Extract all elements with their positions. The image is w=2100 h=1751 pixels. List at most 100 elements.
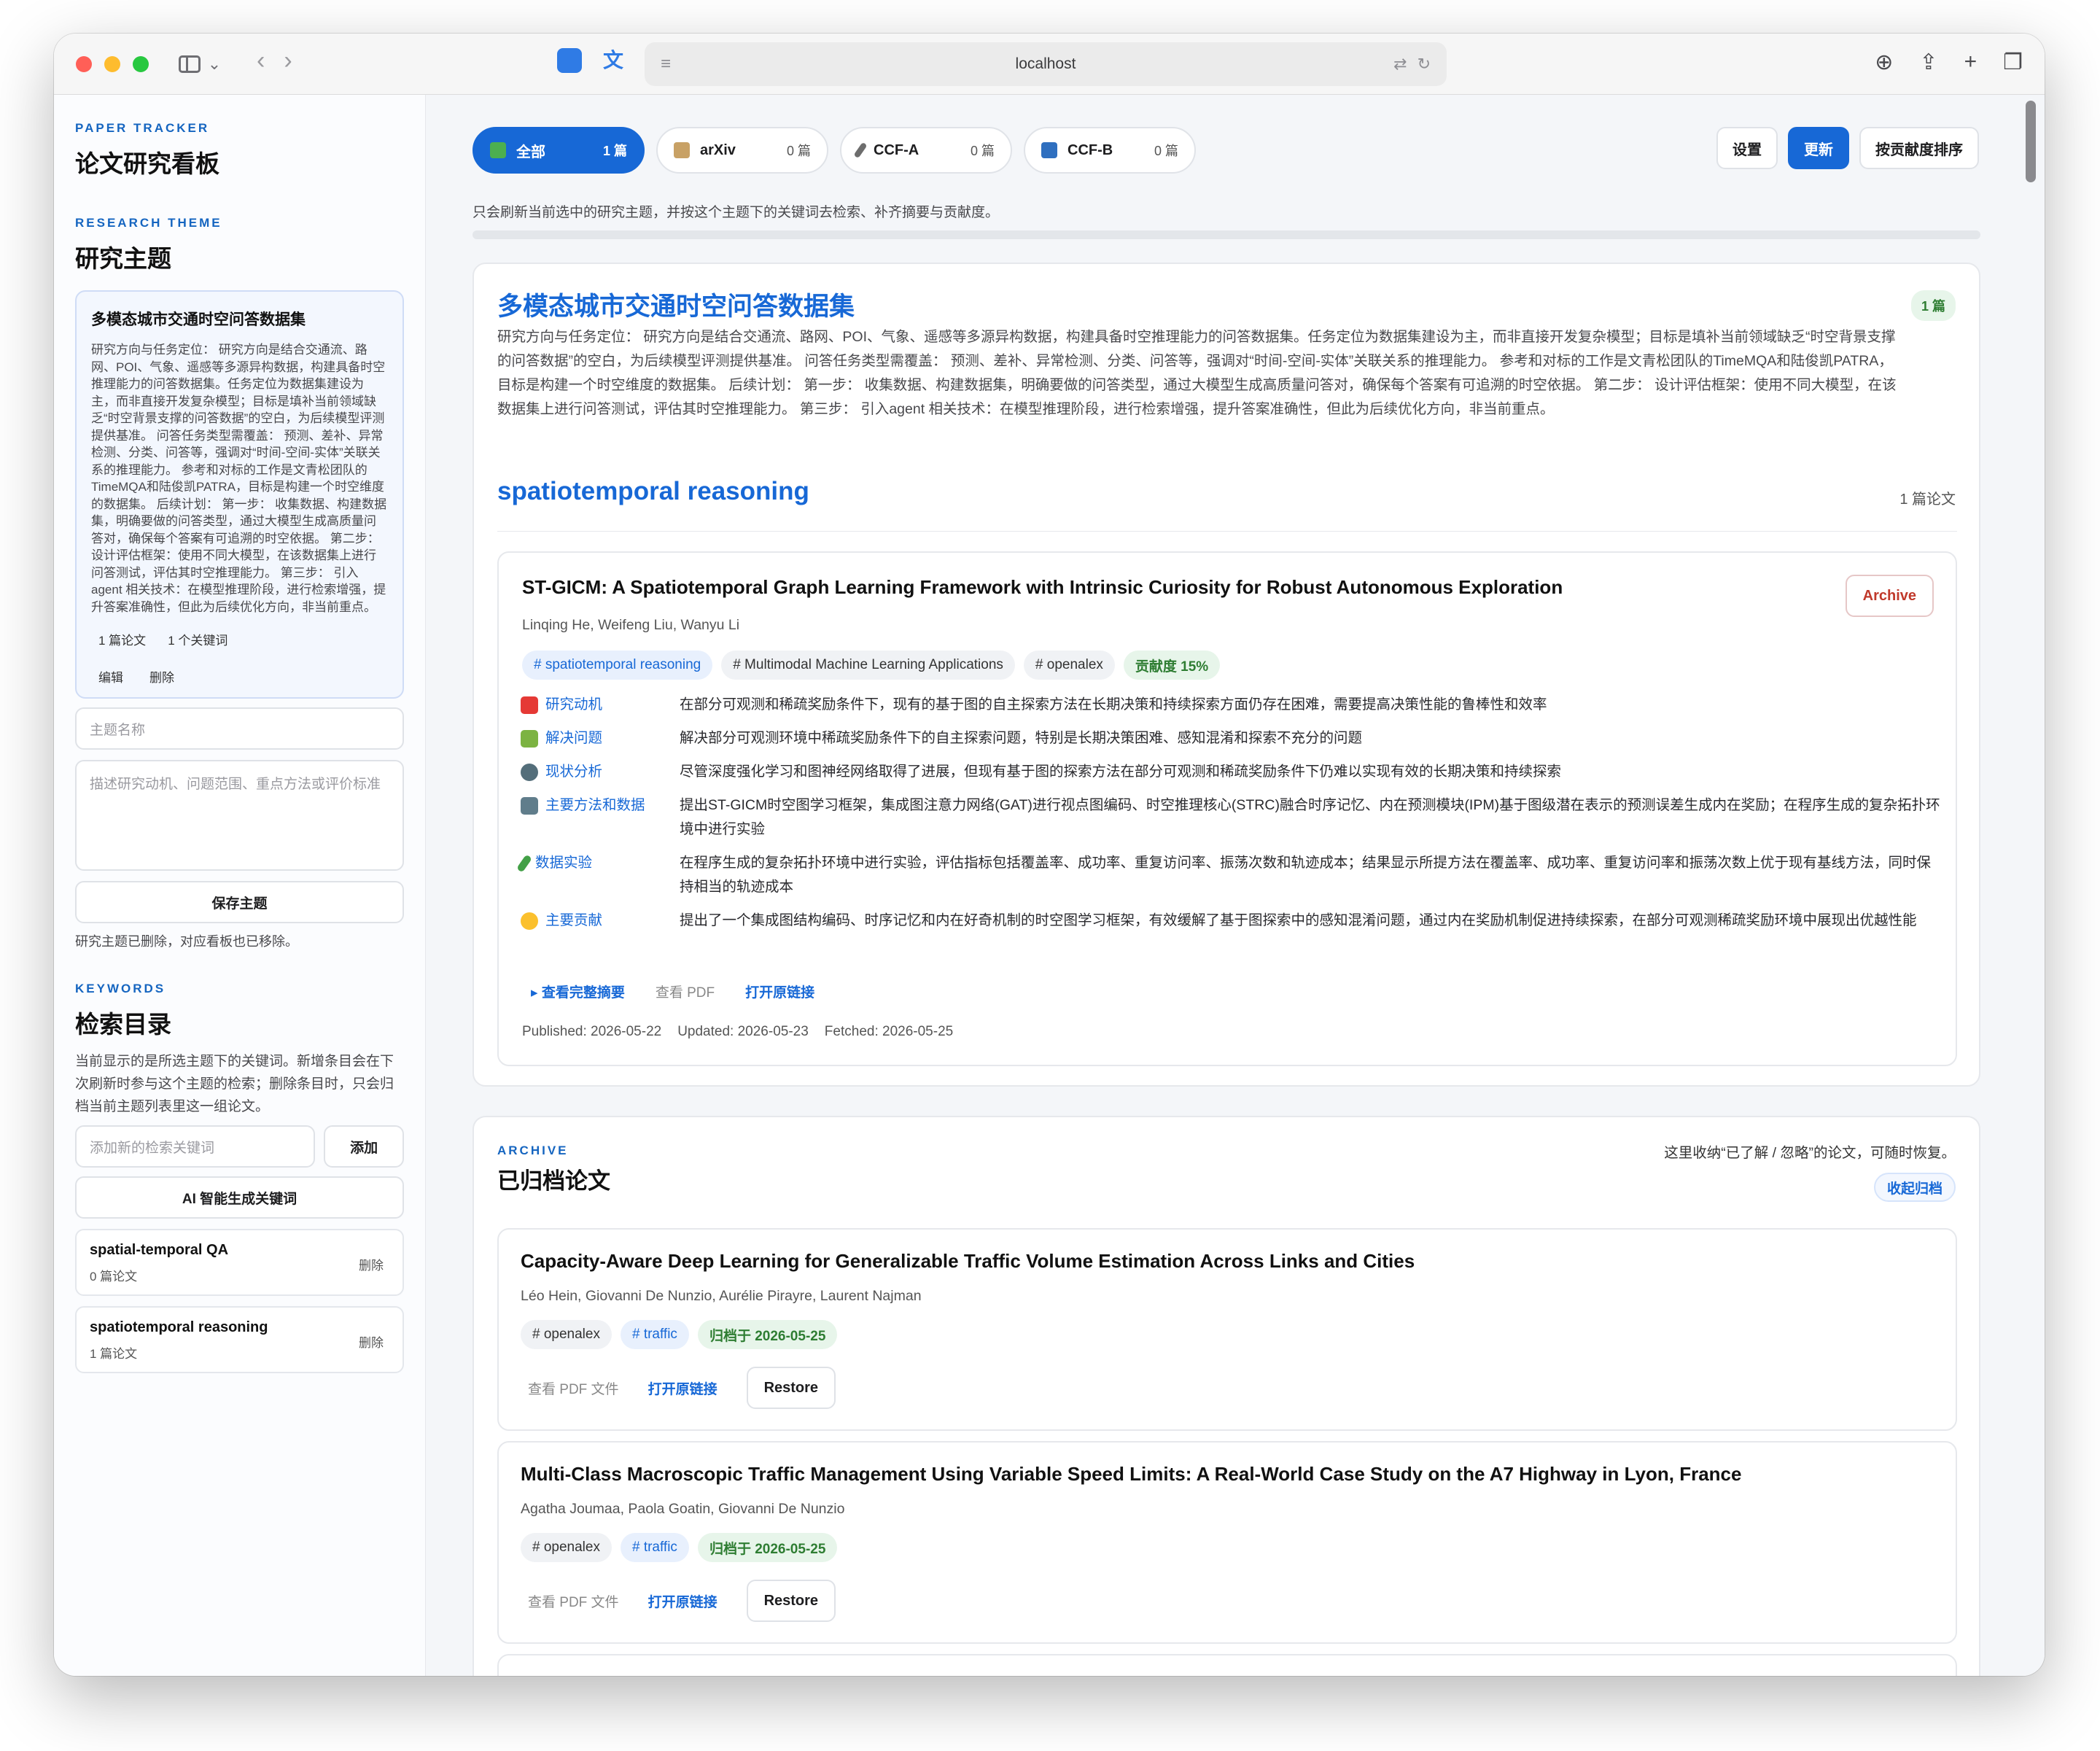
refresh-button[interactable]: 更新 [1788,127,1849,169]
delete-theme-button[interactable]: 删除 [149,667,174,686]
save-theme-button[interactable]: 保存主题 [75,881,404,923]
tag[interactable]: # traffic [620,1320,689,1349]
field-value: 提出ST-GICM时空图学习框架，集成图注意力网络(GAT)进行视点图编码、时空… [680,797,1940,837]
sidebar-icon [178,55,201,73]
published-date: Published: 2026-05-22 [522,1024,662,1039]
zoom-window-button[interactable] [133,55,149,72]
minimize-window-button[interactable] [104,55,120,72]
keywords-note: 当前显示的是所选主题下的关键词。新增条目会在下次刷新时参与这个主题的检索；删除条… [75,1054,394,1114]
paper-title[interactable]: Multi-Class Macroscopic Traffic Manageme… [521,1463,1741,1486]
field-value: 在程序生成的复杂拓扑环境中进行实验，评估指标包括覆盖率、成功率、重复访问率、振荡… [680,855,1932,895]
tab-overview-icon[interactable]: ❐ [2003,50,2023,75]
close-window-button[interactable] [76,55,92,72]
app-title: 论文研究看板 [75,150,219,177]
paper-authors: Linqing He, Weifeng Liu, Wanyu Li [522,617,740,633]
theme-panel-title: 多模态城市交通时空问答数据集 [497,292,855,321]
restore-button[interactable]: Restore [746,1367,836,1409]
open-origin-link[interactable]: 打开原链接 [648,1591,718,1611]
translate-icon[interactable]: 文 [601,48,626,73]
sort-by-contribution-button[interactable]: 按贡献度排序 [1859,127,1979,169]
fetched-date: Fetched: 2026-05-25 [824,1024,954,1039]
archive-eyebrow: ARCHIVE [497,1144,569,1157]
archive-title: 已归档论文 [497,1168,610,1194]
add-keyword-button[interactable]: 添加 [324,1125,404,1168]
field-label: 解决问题 [545,730,603,746]
field-label: 主要方法和数据 [545,797,645,813]
settings-button[interactable]: 设置 [1716,127,1778,169]
filter-ccf-a[interactable]: CCF-A 0 篇 [840,127,1012,174]
keyword-count: 0 篇论文 [90,1270,138,1284]
books-icon [490,142,506,158]
reader-icon[interactable]: ≡ [661,54,671,74]
scrollbar-thumb[interactable] [2026,101,2036,182]
view-abstract-link[interactable]: ▸ 查看完整摘要 [531,982,625,1001]
translate-page-icon[interactable]: ⇄ [1393,55,1407,74]
tag[interactable]: # openalex [521,1533,612,1562]
source-filters: 全部 1 篇 arXiv 0 篇 CCF-A 0 篇 CCF-B 0 篇 [472,127,1196,174]
field-problem: 解决问题 解决部分可观测环境中稀疏奖励条件下的自主探索问题，特别是长期决策困难、… [521,726,1941,750]
back-icon[interactable]: ‹ [257,47,265,75]
section-divider [497,531,1957,532]
delete-keyword-button[interactable]: 删除 [359,1332,384,1351]
contribution-badge: 贡献度 15% [1123,651,1221,680]
keywords-eyebrow: KEYWORDS [75,982,166,995]
tag[interactable]: # traffic [620,1533,689,1562]
restore-button[interactable]: Restore [746,1580,836,1622]
field-label: 主要贡献 [545,912,603,928]
theme-name-input[interactable]: 主题名称 [75,707,404,750]
share-icon[interactable]: ⇪ [1919,50,1937,75]
refresh-progress-bar [472,230,1980,239]
address-text: localhost [1015,55,1076,72]
reload-icon[interactable]: ↻ [1418,55,1431,74]
extension-icon[interactable] [557,48,582,73]
filter-all[interactable]: 全部 1 篇 [472,127,645,174]
scrollbar[interactable] [2026,95,2042,1676]
theme-eyebrow: RESEARCH THEME [75,216,222,230]
field-value: 在部分可观测和稀疏奖励条件下，现有的基于图的自主探索方法在长期决策和持续探索方面… [680,696,1547,713]
delete-keyword-button[interactable]: 删除 [359,1255,384,1273]
paper-title[interactable]: ST-GICM: A Spatiotemporal Graph Learning… [522,576,1563,599]
magnifier-icon [521,764,538,781]
archive-button[interactable]: Archive [1845,575,1934,617]
view-pdf-link[interactable]: 查看 PDF 文件 [528,1378,619,1398]
filter-label: 全部 [516,144,545,160]
folder-icon [674,142,690,158]
forward-icon[interactable]: › [284,47,292,75]
status-note: 研究主题已删除，对应看板也已移除。 [75,934,298,949]
theme-panel-badge: 1 篇 [1910,290,1956,321]
keyword-input[interactable]: 添加新的检索关键词 [75,1125,316,1168]
theme-card[interactable]: 多模态城市交通时空问答数据集 研究方向与任务定位： 研究方向是结合交通流、路网、… [75,290,404,699]
filter-count: 0 篇 [970,144,995,158]
filter-arxiv[interactable]: arXiv 0 篇 [656,127,828,174]
open-origin-link[interactable]: 打开原链接 [648,1378,718,1398]
archived-paper-card: Multi-Class Macroscopic Traffic Manageme… [497,1441,1957,1644]
edit-theme-button[interactable]: 编辑 [98,667,123,686]
view-pdf-link[interactable]: 查看 PDF 文件 [528,1591,619,1611]
keywords-title: 检索目录 [75,1011,171,1038]
tag[interactable]: # openalex [1023,651,1115,680]
view-pdf-link[interactable]: 查看 PDF [656,982,715,1001]
archived-paper-card [497,1654,1957,1676]
paper-title[interactable]: Capacity-Aware Deep Learning for General… [521,1250,1415,1273]
address-bar[interactable]: ≡ localhost ⇄ ↻ [645,42,1447,86]
tag[interactable]: # spatiotemporal reasoning [522,651,713,680]
collapse-archive-button[interactable]: 收起归档 [1873,1173,1956,1202]
sidebar-toggle-button[interactable]: ⌄ [171,48,229,80]
ai-generate-keywords-button[interactable]: AI 智能生成关键词 [75,1176,404,1219]
filter-count: 0 篇 [786,144,811,158]
paper-authors: Agatha Joumaa, Paola Goatin, Giovanni De… [521,1501,845,1517]
theme-desc-input[interactable]: 描述研究动机、问题范围、重点方法或评价标准 [75,760,404,871]
theme-card-name: 多模态城市交通时空问答数据集 [91,311,306,328]
filter-count: 1 篇 [602,144,627,158]
filter-label: CCF-B [1068,141,1113,158]
keyword-item[interactable]: spatiotemporal reasoning 1 篇论文 删除 [75,1306,404,1373]
keyword-item[interactable]: spatial-temporal QA 0 篇论文 删除 [75,1229,404,1296]
new-tab-icon[interactable]: + [1964,50,1978,75]
filter-ccf-b[interactable]: CCF-B 0 篇 [1024,127,1196,174]
download-icon[interactable]: ⊕ [1875,50,1893,75]
tag[interactable]: # Multimodal Machine Learning Applicatio… [721,651,1015,680]
open-origin-link[interactable]: 打开原链接 [745,982,814,1001]
tag[interactable]: # openalex [521,1320,612,1349]
theme-keyword-count: 1 个关键词 [168,634,228,648]
archived-date-badge: 归档于 2026-05-25 [697,1533,838,1562]
